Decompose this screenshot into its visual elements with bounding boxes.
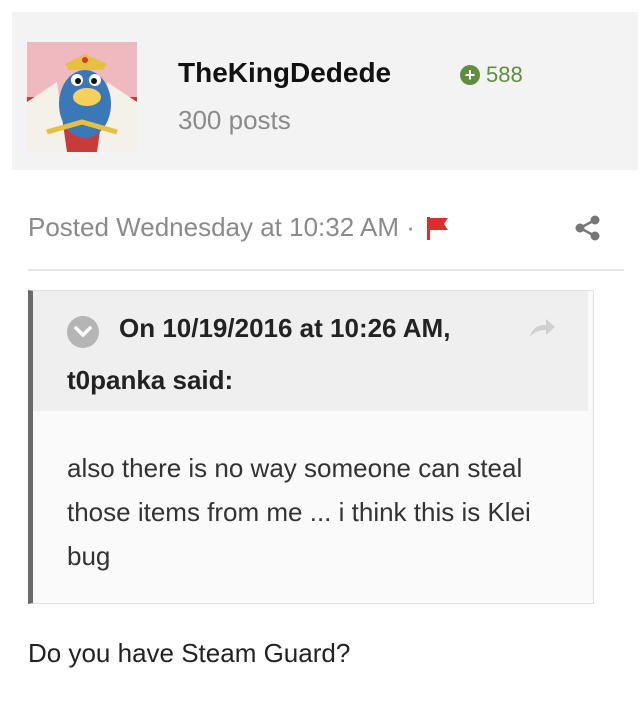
post-meta: Posted Wednesday at 10:32 AM · <box>28 212 451 243</box>
quote-header: On 10/19/2016 at 10:26 AM, t0panka said: <box>33 291 588 411</box>
reputation-badge: + 588 <box>460 62 523 88</box>
go-to-post-icon[interactable] <box>527 315 557 341</box>
quote-block: On 10/19/2016 at 10:26 AM, t0panka said:… <box>28 290 594 604</box>
quote-author[interactable]: t0panka said: <box>67 365 233 396</box>
post-count: 300 posts <box>178 105 291 135</box>
author-name[interactable]: TheKingDedede <box>178 57 391 89</box>
post-timestamp[interactable]: Posted Wednesday at 10:32 AM · <box>28 212 415 243</box>
flag-icon[interactable] <box>423 214 451 242</box>
divider <box>28 269 624 271</box>
author-panel: TheKingDedede + 588 300 posts <box>12 12 638 170</box>
chevron-down-icon[interactable] <box>67 316 99 348</box>
plus-circle-icon: + <box>460 65 480 85</box>
reply-text: Do you have Steam Guard? <box>28 638 351 668</box>
quote-citation-date: On 10/19/2016 at 10:26 AM, <box>119 313 451 343</box>
quote-body: also there is no way someone can steal t… <box>67 453 531 571</box>
avatar[interactable] <box>27 42 137 152</box>
share-icon[interactable] <box>574 214 602 242</box>
reputation-count: 588 <box>486 62 523 87</box>
